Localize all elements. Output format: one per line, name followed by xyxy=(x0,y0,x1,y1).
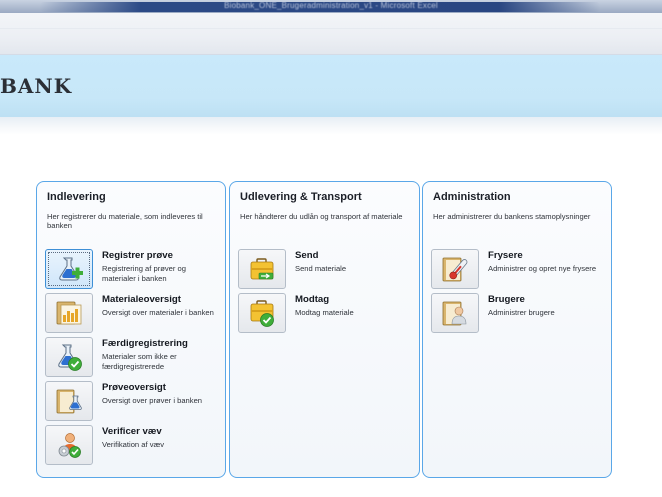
item-title[interactable]: Send xyxy=(295,250,318,261)
item-title[interactable]: Brugere xyxy=(488,294,525,305)
header-shadow xyxy=(0,117,662,135)
panel-description: Her registrerer du materiale, som indlev… xyxy=(47,212,203,230)
faerdigregistrering-item[interactable]: Færdigregistrering Materialer som ikke e… xyxy=(45,337,220,379)
folder-flask-icon xyxy=(54,386,84,416)
send-button[interactable] xyxy=(238,249,286,289)
item-title[interactable]: Frysere xyxy=(488,250,523,261)
user-folder-icon xyxy=(440,298,470,328)
brugere-button[interactable] xyxy=(431,293,479,333)
item-title[interactable]: Registrer prøve xyxy=(102,250,173,261)
briefcase-send-icon xyxy=(247,254,277,284)
item-description: Materialer som ikke er færdigregistrered… xyxy=(102,352,177,371)
panel-description: Her administrerer du bankens stamoplysni… xyxy=(433,212,591,221)
item-title[interactable]: Verificer væv xyxy=(102,426,162,437)
item-description: Administrer og opret nye frysere xyxy=(488,264,597,273)
item-description: Oversigt over prøver i banken xyxy=(102,396,203,405)
window-title: Biobank_ONE_Brugeradministration_v1 - Mi… xyxy=(224,1,438,10)
app-logo-text: BANK xyxy=(0,74,73,98)
panel-title: Indlevering xyxy=(47,191,106,203)
material-chart-icon xyxy=(54,298,84,328)
item-description: Verifikation af væv xyxy=(102,440,165,449)
item-description: Oversigt over materialer i banken xyxy=(102,308,214,317)
ribbon-divider xyxy=(0,28,662,29)
faerdigregistrering-button[interactable] xyxy=(45,337,93,377)
frysere-button[interactable] xyxy=(431,249,479,289)
flask-check-icon xyxy=(54,342,84,372)
briefcase-check-icon xyxy=(247,298,277,328)
window-title-bar: Biobank_ONE_Brugeradministration_v1 - Mi… xyxy=(0,0,662,13)
modtag-button[interactable] xyxy=(238,293,286,333)
brugere-item[interactable]: Brugere Administrer brugere xyxy=(431,293,606,335)
proeveoversigt-button[interactable] xyxy=(45,381,93,421)
thermometer-icon xyxy=(440,254,470,284)
item-title[interactable]: Modtag xyxy=(295,294,329,305)
proeveoversigt-item[interactable]: Prøveoversigt Oversigt over prøver i ban… xyxy=(45,381,220,423)
item-title[interactable]: Færdigregistrering xyxy=(102,338,188,349)
panel-title: Administration xyxy=(433,191,511,203)
item-description: Registrering af prøver og materialer i b… xyxy=(102,264,186,283)
frysere-item[interactable]: Frysere Administrer og opret nye frysere xyxy=(431,249,606,291)
panel-title: Udlevering & Transport xyxy=(240,191,362,203)
panel-description: Her håndterer du udlån og transport af m… xyxy=(240,212,403,221)
materialeoversigt-item[interactable]: Materialeoversigt Oversigt over material… xyxy=(45,293,220,335)
verificer-vaev-button[interactable] xyxy=(45,425,93,465)
item-title[interactable]: Materialeoversigt xyxy=(102,294,181,305)
item-description: Modtag materiale xyxy=(295,308,354,317)
item-title[interactable]: Prøveoversigt xyxy=(102,382,166,393)
modtag-item[interactable]: Modtag Modtag materiale xyxy=(238,293,413,335)
materialeoversigt-button[interactable] xyxy=(45,293,93,333)
panel-administration: Administration Her administrerer du bank… xyxy=(422,181,612,478)
tissue-verify-icon xyxy=(54,430,84,460)
item-description: Administrer brugere xyxy=(488,308,555,317)
registrer-proeve-button[interactable] xyxy=(45,249,93,289)
panel-udlevering-transport: Udlevering & Transport Her håndterer du … xyxy=(229,181,420,478)
item-description: Send materiale xyxy=(295,264,347,273)
flask-add-icon xyxy=(54,254,84,284)
registrer-proeve-item[interactable]: Registrer prøve Registrering af prøver o… xyxy=(45,249,220,291)
app-header: BANK xyxy=(0,55,662,117)
send-item[interactable]: Send Send materiale xyxy=(238,249,413,291)
panel-indlevering: Indlevering Her registrerer du materiale… xyxy=(36,181,226,478)
ribbon-area xyxy=(0,13,662,55)
verificer-vaev-item[interactable]: Verificer væv Verifikation af væv xyxy=(45,425,220,467)
